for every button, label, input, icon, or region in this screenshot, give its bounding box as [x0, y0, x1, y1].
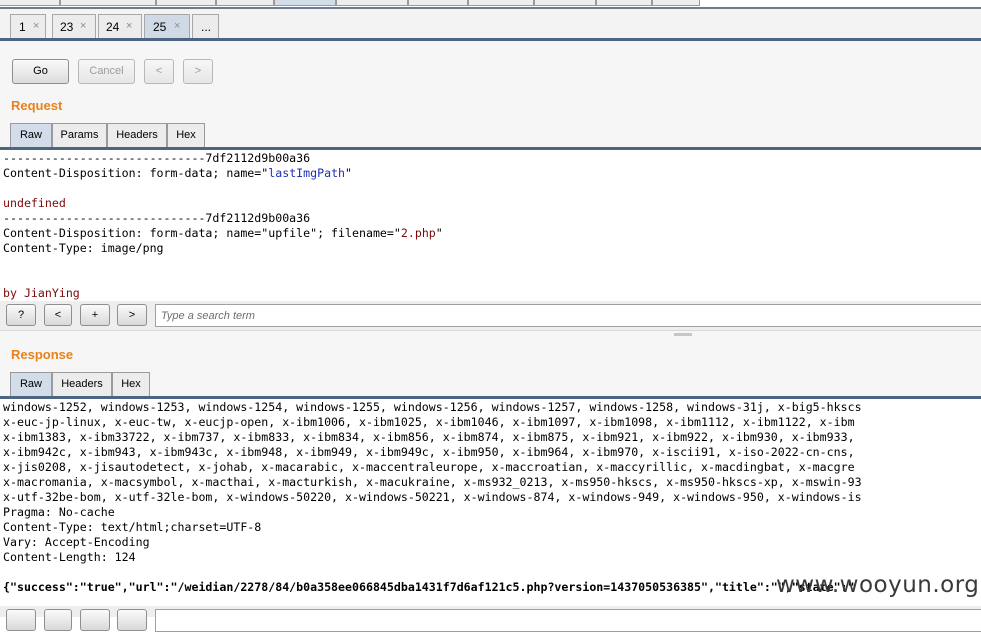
code-line: x-macromania, x-macsymbol, x-macthai, x-… [3, 475, 862, 489]
top-tab[interactable] [156, 0, 216, 6]
tab-raw[interactable]: Raw [10, 123, 52, 147]
tab-25[interactable]: 25 × [144, 14, 190, 38]
drag-handle-icon[interactable] [674, 333, 692, 336]
tab-23[interactable]: 23 × [52, 14, 96, 38]
search-prev-button[interactable] [44, 609, 72, 631]
search-bar: ? < + > [0, 301, 981, 330]
top-tab[interactable] [408, 0, 468, 6]
watermark: www.wooyun.org [776, 572, 980, 598]
tab-24[interactable]: 24 × [98, 14, 142, 38]
tab-new[interactable]: ... [192, 14, 219, 38]
top-tab[interactable] [336, 0, 408, 6]
action-toolbar: Go Cancel < > [0, 41, 981, 93]
tab-label: 24 [106, 20, 120, 34]
code-line: x-jis0208, x-jisautodetect, x-johab, x-m… [3, 460, 855, 474]
tab-label: ... [201, 20, 212, 34]
top-tab-active[interactable] [274, 0, 336, 6]
response-title: Response [11, 347, 74, 362]
tab-label: 25 [153, 20, 167, 34]
forward-button[interactable]: > [183, 59, 213, 84]
top-tab[interactable] [468, 0, 534, 6]
go-button[interactable]: Go [12, 59, 69, 84]
request-tabs: 1 × 23 × 24 × 25 × ... [0, 9, 981, 39]
tab-headers[interactable]: Headers [52, 372, 112, 396]
code-line: Pragma: No-cache [3, 505, 115, 519]
close-icon[interactable]: × [80, 20, 86, 32]
code-line: Content-Type: image/png [3, 241, 164, 255]
code-line: Content-Disposition: form-data; name="up… [3, 226, 443, 240]
back-button[interactable]: < [144, 59, 174, 84]
help-button[interactable]: ? [6, 304, 36, 326]
code-line: x-ibm942c, x-ibm943, x-ibm943c, x-ibm948… [3, 445, 855, 459]
tab-label: 1 [19, 20, 26, 34]
top-tab[interactable] [216, 0, 274, 6]
tab-headers[interactable]: Headers [107, 123, 167, 147]
code-line: undefined [3, 196, 66, 210]
tab-params[interactable]: Params [52, 123, 107, 147]
tab-hex[interactable]: Hex [167, 123, 205, 147]
code-line: x-utf-32be-bom, x-utf-32le-bom, x-window… [3, 490, 862, 504]
request-header: Request Raw Params Headers Hex [0, 93, 981, 147]
search-input[interactable] [156, 305, 981, 326]
top-tab[interactable] [652, 0, 700, 6]
code-line: x-euc-jp-linux, x-euc-tw, x-eucjp-open, … [3, 415, 855, 429]
search-field-box[interactable] [155, 609, 981, 632]
close-icon[interactable]: × [33, 20, 39, 32]
tab-label: 23 [60, 20, 74, 34]
code-line: -----------------------------7df2112d9b0… [3, 151, 311, 165]
tab-raw[interactable]: Raw [10, 372, 52, 396]
response-header: Response Raw Headers Hex [0, 338, 981, 396]
top-tab[interactable] [0, 0, 60, 6]
request-editor[interactable]: -----------------------------7df2112d9b0… [0, 150, 981, 301]
help-button[interactable] [6, 609, 36, 631]
code-line: windows-1252, windows-1253, windows-1254… [3, 400, 862, 414]
split-divider[interactable] [0, 330, 981, 338]
search-next-button[interactable]: > [117, 304, 147, 326]
request-title: Request [11, 98, 63, 113]
code-line: -----------------------------7df2112d9b0… [3, 211, 311, 225]
search-field-box [155, 304, 981, 327]
code-line: by JianYing [3, 286, 80, 300]
search-add-button[interactable]: + [80, 304, 110, 326]
search-next-button[interactable] [117, 609, 147, 631]
top-tab[interactable] [60, 0, 156, 6]
code-line: Vary: Accept-Encoding [3, 535, 150, 549]
json-body-line: {"success":"true","url":"/weidian/2278/8… [3, 580, 855, 594]
code-line: Content-Disposition: form-data; name="la… [3, 166, 353, 180]
cancel-button[interactable]: Cancel [78, 59, 135, 84]
search-add-button[interactable] [80, 609, 110, 631]
close-icon[interactable]: × [126, 20, 132, 32]
top-tab[interactable] [534, 0, 596, 6]
code-line: Content-Type: text/html;charset=UTF-8 [3, 520, 262, 534]
tab-hex[interactable]: Hex [112, 372, 150, 396]
code-line: x-ibm1383, x-ibm33722, x-ibm737, x-ibm83… [3, 430, 855, 444]
response-search-bar [0, 606, 981, 632]
close-icon[interactable]: × [174, 20, 180, 32]
tab-1[interactable]: 1 × [10, 14, 46, 38]
top-tab[interactable] [596, 0, 652, 6]
search-prev-button[interactable]: < [44, 304, 72, 326]
code-line: Content-Length: 124 [3, 550, 136, 564]
